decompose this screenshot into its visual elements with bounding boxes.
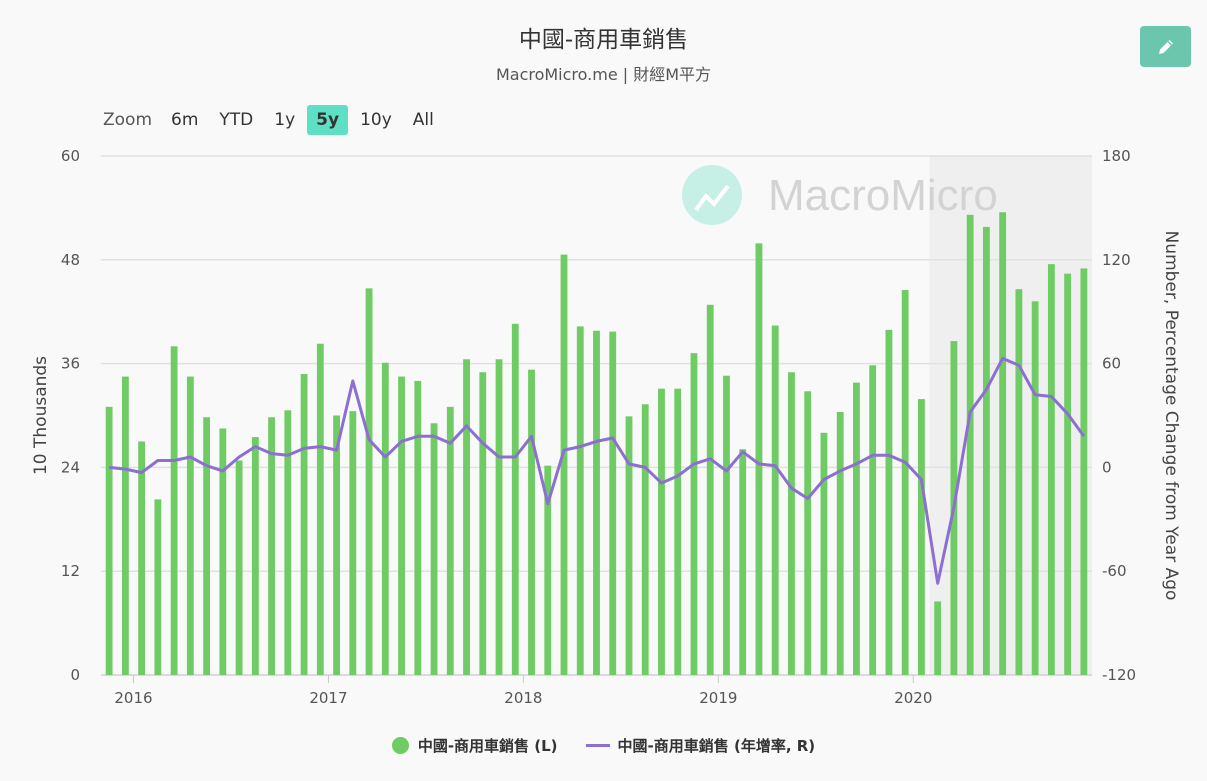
left-tick-label: 60 <box>61 147 80 165</box>
bar <box>788 372 795 675</box>
bar <box>625 416 633 675</box>
bar <box>918 399 925 675</box>
bar <box>576 326 584 675</box>
bar <box>820 432 828 675</box>
bar <box>869 365 877 675</box>
bar <box>349 411 357 675</box>
bar <box>203 417 211 675</box>
legend-item-bars[interactable]: 中國-商用車銷售 (L) <box>391 735 558 756</box>
bar <box>771 325 779 675</box>
legend-bar-swatch <box>391 737 409 754</box>
bar <box>138 441 146 675</box>
right-tick-label: 120 <box>1102 251 1131 269</box>
bar <box>836 412 844 675</box>
bar <box>316 343 324 675</box>
bar <box>284 410 292 675</box>
bar <box>121 376 129 675</box>
bar <box>1031 301 1039 675</box>
bar <box>999 212 1007 675</box>
left-tick-label: 0 <box>70 666 80 684</box>
bar <box>690 353 698 675</box>
bar <box>398 376 405 675</box>
x-tick-label: 2017 <box>309 689 347 707</box>
bar <box>300 373 308 675</box>
right-tick-label: -60 <box>1102 562 1127 580</box>
bar <box>1047 264 1055 675</box>
bar <box>804 391 812 675</box>
bar <box>511 323 519 675</box>
right-tick-label: 0 <box>1102 458 1112 476</box>
bar <box>609 331 617 675</box>
right-tick-label: -120 <box>1102 666 1136 684</box>
bar <box>706 304 714 675</box>
watermark-logo-icon <box>682 165 742 225</box>
bar <box>414 380 422 675</box>
bar <box>235 460 243 675</box>
bar <box>885 329 893 675</box>
legend-item-line[interactable]: 中國-商用車銷售 (年增率, R) <box>585 735 816 756</box>
bar <box>463 359 470 675</box>
legend-line-label: 中國-商用車銷售 (年增率, R) <box>617 737 816 755</box>
left-tick-label: 48 <box>61 251 80 269</box>
bar <box>105 406 113 675</box>
bar <box>333 415 340 675</box>
x-tick-label: 2018 <box>504 689 542 707</box>
bar <box>1015 289 1023 675</box>
x-tick-label: 2016 <box>114 689 152 707</box>
bar <box>641 404 649 675</box>
bar <box>479 372 487 675</box>
bar <box>268 417 275 675</box>
bar <box>755 243 763 676</box>
bar <box>658 388 665 675</box>
bar <box>365 288 373 675</box>
bar <box>901 290 909 675</box>
bar <box>560 254 568 676</box>
left-tick-label: 36 <box>61 355 80 373</box>
bar <box>381 362 389 675</box>
bar <box>430 423 438 675</box>
watermark-text: MacroMicro <box>768 171 998 220</box>
bar <box>593 330 600 675</box>
right-tick-label: 60 <box>1102 355 1121 373</box>
bar <box>1064 273 1072 675</box>
right-tick-label: 180 <box>1102 147 1131 165</box>
bar <box>982 226 990 675</box>
watermark: MacroMicro <box>682 165 998 225</box>
bar <box>966 214 974 675</box>
left-tick-label: 24 <box>61 458 80 476</box>
x-tick-label: 2020 <box>894 689 932 707</box>
bar <box>934 601 942 675</box>
bar <box>186 376 194 675</box>
left-axis-title: 10 Thousands <box>31 356 51 475</box>
bar <box>853 382 860 675</box>
chart-area: MacroMicro 0 -120 12 -60 24 0 36 60 48 120 60 180 201… <box>31 147 1181 707</box>
bar <box>739 449 747 675</box>
legend: 中國-商用車銷售 (L) 中國-商用車銷售 (年增率, R) <box>0 735 1207 756</box>
legend-line-swatch <box>585 744 610 747</box>
bar <box>170 346 178 675</box>
bar <box>674 388 682 675</box>
bar <box>1080 268 1088 675</box>
bar <box>219 428 227 675</box>
bar <box>446 406 454 675</box>
x-tick-label: 2019 <box>699 689 737 707</box>
bar <box>251 437 259 675</box>
left-tick-label: 12 <box>61 562 80 580</box>
bar <box>723 375 730 675</box>
legend-bars-label: 中國-商用車銷售 (L) <box>417 737 558 755</box>
bar <box>495 359 503 675</box>
bar <box>528 369 535 675</box>
right-axis-title: Number, Percentage Change from Year Ago <box>1161 231 1181 601</box>
bar <box>154 499 162 675</box>
